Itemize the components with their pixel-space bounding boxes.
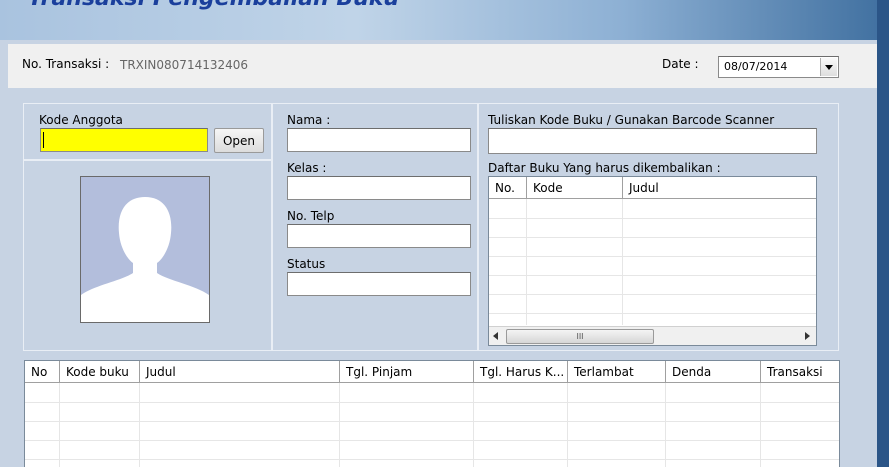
window-title: Transaksi Pengembalian Buku	[28, 0, 399, 11]
table-row[interactable]	[25, 440, 839, 460]
table-row[interactable]	[25, 383, 839, 403]
scroll-left-icon[interactable]	[492, 331, 500, 341]
member-code-panel: Kode Anggota Open	[23, 103, 272, 160]
table-row[interactable]	[489, 218, 816, 238]
column-header-tgl-harus-kembali[interactable]: Tgl. Harus K...	[474, 361, 568, 383]
column-header-kode-buku[interactable]: Kode buku	[60, 361, 140, 383]
member-code-label: Kode Anggota	[39, 113, 123, 127]
book-list-label: Daftar Buku Yang harus dikembalikan :	[488, 161, 721, 175]
table-row[interactable]	[489, 199, 816, 219]
status-label: Status	[287, 257, 326, 271]
table-row[interactable]	[489, 275, 816, 295]
scroll-right-icon[interactable]	[803, 331, 811, 341]
column-header-judul[interactable]: Judul	[140, 361, 340, 383]
dropdown-button[interactable]	[820, 58, 837, 76]
book-list-table[interactable]: No. Kode Judul III	[488, 176, 817, 346]
open-button[interactable]: Open	[214, 128, 264, 153]
table-row[interactable]	[25, 421, 839, 441]
table-row[interactable]	[25, 402, 839, 422]
phone-label: No. Telp	[287, 209, 335, 223]
status-field[interactable]	[287, 272, 471, 296]
window-edge	[877, 0, 889, 467]
table-row[interactable]	[489, 256, 816, 276]
date-label: Date :	[662, 57, 699, 71]
chevron-down-icon	[825, 65, 833, 70]
book-scan-label: Tuliskan Kode Buku / Gunakan Barcode Sca…	[488, 113, 775, 127]
transaction-number-value: TRXIN080714132406	[120, 58, 249, 72]
transaction-number-label: No. Transaksi :	[22, 57, 110, 71]
scroll-grip: III	[576, 332, 584, 341]
text-cursor	[43, 132, 44, 148]
column-header-terlambat[interactable]: Terlambat	[568, 361, 666, 383]
name-label: Nama :	[287, 113, 331, 127]
photo-panel	[23, 160, 272, 351]
avatar-placeholder-icon	[81, 197, 209, 322]
class-field[interactable]	[287, 176, 471, 200]
transaction-info-bar: No. Transaksi : TRXIN080714132406 Date :…	[8, 44, 877, 88]
table-row[interactable]	[489, 237, 816, 257]
member-photo	[80, 176, 210, 323]
scroll-thumb[interactable]: III	[506, 329, 654, 344]
column-header-tgl-pinjam[interactable]: Tgl. Pinjam	[340, 361, 474, 383]
horizontal-scrollbar[interactable]: III	[489, 326, 816, 345]
column-header-no[interactable]: No	[25, 361, 60, 383]
column-header-transaksi[interactable]: Transaksi	[761, 361, 839, 383]
column-header-kode[interactable]: Kode	[527, 177, 623, 199]
class-label: Kelas :	[287, 161, 327, 175]
name-field[interactable]	[287, 128, 471, 152]
column-header-judul[interactable]: Judul	[623, 177, 816, 199]
member-details-panel: Nama : Kelas : No. Telp Status	[272, 103, 478, 351]
return-transactions-table[interactable]: No Kode buku Judul Tgl. Pinjam Tgl. Haru…	[24, 360, 840, 467]
column-header-no[interactable]: No.	[489, 177, 527, 199]
phone-field[interactable]	[287, 224, 471, 248]
book-code-input[interactable]	[488, 128, 817, 154]
date-value: 08/07/2014	[724, 60, 788, 73]
date-picker[interactable]: 08/07/2014	[718, 56, 839, 78]
member-code-input[interactable]	[40, 128, 208, 152]
table-row[interactable]	[489, 294, 816, 314]
title-bar: Transaksi Pengembalian Buku	[0, 0, 889, 40]
column-header-denda[interactable]: Denda	[666, 361, 761, 383]
book-panel: Tuliskan Kode Buku / Gunakan Barcode Sca…	[478, 103, 839, 351]
